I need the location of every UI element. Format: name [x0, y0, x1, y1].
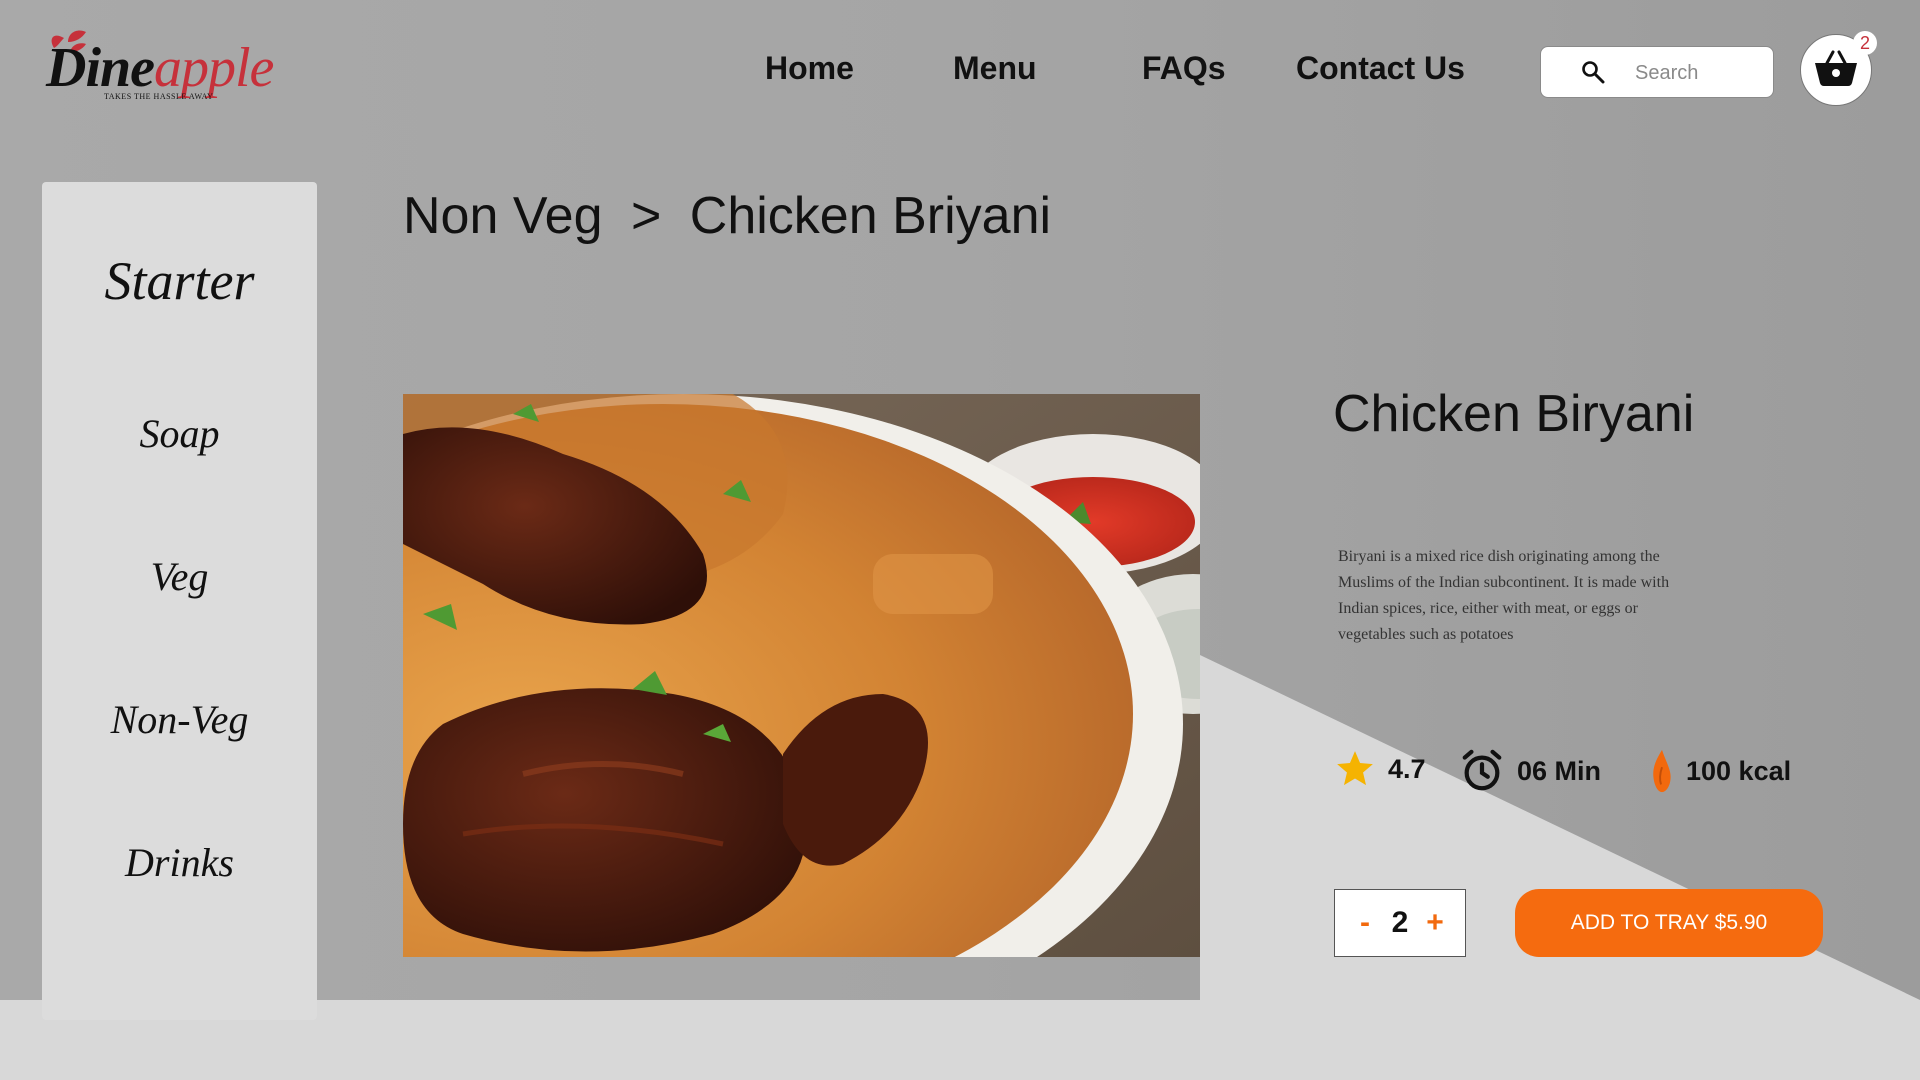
- nav-contact-us[interactable]: Contact Us: [1296, 50, 1465, 87]
- increase-quantity-button[interactable]: +: [1421, 906, 1449, 940]
- brand-name: Dineapple: [46, 36, 274, 100]
- sidebar-item-starter[interactable]: Starter: [42, 250, 317, 312]
- breadcrumb-separator: >: [630, 187, 662, 245]
- breadcrumb: Non Veg > Chicken Briyani: [403, 186, 1051, 246]
- calories-value: 100 kcal: [1686, 755, 1792, 786]
- rating-stat: 4.7: [1334, 748, 1426, 790]
- alarm-clock-icon: [1459, 748, 1505, 794]
- dish-title: Chicken Biryani: [1333, 385, 1695, 443]
- search-box[interactable]: [1540, 46, 1774, 98]
- dish-image: [403, 394, 1200, 957]
- brand-name-part1: Dine: [46, 37, 155, 99]
- cart-count-badge: 2: [1853, 31, 1877, 55]
- search-icon[interactable]: [1581, 60, 1605, 89]
- brand-name-part2: apple: [154, 37, 274, 99]
- sidebar-item-soap[interactable]: Soap: [42, 410, 317, 457]
- dish-description: Biryani is a mixed rice dish originating…: [1338, 548, 1670, 643]
- search-input[interactable]: [1633, 57, 1762, 89]
- calories-stat: 100 kcal: [1650, 748, 1791, 794]
- quantity-value: 2: [1391, 906, 1409, 939]
- star-icon: [1334, 748, 1376, 790]
- decrease-quantity-button[interactable]: -: [1351, 906, 1379, 940]
- breadcrumb-parent[interactable]: Non Veg: [403, 187, 603, 245]
- brand-tagline: TAKES THE HASSLE AWAY: [104, 92, 214, 101]
- time-stat: 06 Min: [1459, 748, 1601, 794]
- nav-home[interactable]: Home: [765, 50, 854, 87]
- category-sidebar: Starter Soap Veg Non-Veg Drinks: [42, 182, 317, 1020]
- nav-faqs[interactable]: FAQs: [1142, 50, 1226, 87]
- sidebar-item-veg[interactable]: Veg: [42, 553, 317, 600]
- time-value: 06 Min: [1517, 755, 1602, 786]
- sidebar-item-drinks[interactable]: Drinks: [42, 839, 317, 886]
- breadcrumb-current: Chicken Briyani: [689, 187, 1052, 245]
- quantity-stepper: - 2 +: [1334, 889, 1466, 957]
- basket-icon: [1815, 50, 1857, 86]
- rating-value: 4.7: [1388, 753, 1426, 784]
- add-to-tray-button[interactable]: ADD TO TRAY $5.90: [1515, 889, 1823, 957]
- nav-menu[interactable]: Menu: [953, 50, 1037, 87]
- brand-logo[interactable]: Dineapple TAKES THE HASSLE AWAY: [46, 28, 316, 108]
- flame-icon: [1650, 748, 1674, 794]
- sidebar-item-non-veg[interactable]: Non-Veg: [42, 696, 317, 743]
